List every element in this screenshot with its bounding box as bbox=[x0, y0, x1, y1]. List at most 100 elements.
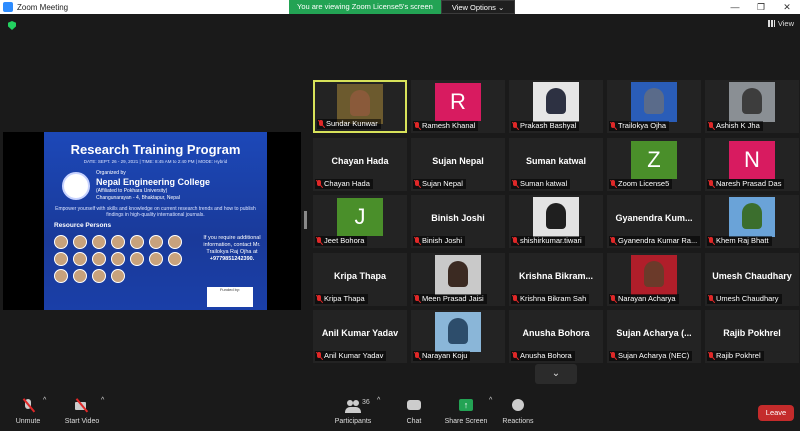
muted-mic-icon bbox=[708, 352, 714, 360]
encryption-shield-icon[interactable] bbox=[8, 21, 16, 30]
participant-tile[interactable]: Kripa Thapa Kripa Thapa bbox=[313, 252, 407, 306]
participant-tile[interactable]: N Naresh Prasad Das bbox=[705, 137, 799, 191]
participant-name-label: Krishna Bikram Sah bbox=[511, 293, 590, 304]
participant-name: Naresh Prasad Das bbox=[716, 178, 782, 188]
muted-mic-icon bbox=[512, 122, 518, 130]
audio-options-caret[interactable]: ^ bbox=[43, 397, 46, 404]
muted-mic-icon bbox=[610, 352, 616, 360]
split-handle[interactable] bbox=[304, 211, 307, 229]
participant-tile[interactable]: Binish Joshi Binish Joshi bbox=[411, 195, 505, 248]
participant-name-label: Ashish K Jha bbox=[707, 121, 763, 131]
share-screen-icon bbox=[457, 397, 475, 415]
minimize-icon[interactable]: — bbox=[722, 2, 748, 12]
muted-mic-icon bbox=[512, 179, 518, 188]
participant-tile[interactable]: Sundar Kunwar bbox=[313, 80, 407, 133]
video-feed bbox=[435, 312, 481, 352]
participant-display-name: Gyanendra Kum... bbox=[615, 213, 693, 223]
participant-name-label: Suman katwal bbox=[511, 178, 571, 189]
participant-tile[interactable]: Krishna Bikram... Krishna Bikram Sah bbox=[509, 252, 603, 306]
participant-name: Narayan Acharya bbox=[618, 293, 676, 303]
participant-tile[interactable]: Rajib Pokhrel Rajib Pokhrel bbox=[705, 310, 799, 363]
participant-name: Khem Raj Bhatt bbox=[716, 236, 769, 245]
participant-name-label: Zoom License5 bbox=[609, 178, 673, 189]
poster-description: Empower yourself with skills and knowled… bbox=[55, 206, 256, 219]
participant-display-name: Anusha Bohora bbox=[522, 328, 590, 338]
participants-caret[interactable]: ^ bbox=[377, 397, 380, 404]
chat-label: Chat bbox=[406, 418, 422, 425]
participant-tile[interactable]: Narayan Acharya bbox=[607, 252, 701, 306]
participant-tile[interactable]: Anil Kumar Yadav Anil Kumar Yadav bbox=[313, 310, 407, 363]
participant-tile[interactable]: Chayan Hada Chayan Hada bbox=[313, 137, 407, 191]
close-icon[interactable]: ✕ bbox=[774, 2, 800, 13]
participant-tile[interactable]: Narayan Koju bbox=[411, 310, 505, 363]
participant-display-name: Rajib Pokhrel bbox=[723, 328, 781, 338]
participant-name: Ramesh Khanal bbox=[422, 121, 476, 130]
participant-tile[interactable]: Prakash Bashyal bbox=[509, 80, 603, 133]
reactions-button[interactable]: Reactions bbox=[501, 397, 535, 425]
share-screen-button[interactable]: Share Screen bbox=[443, 397, 489, 425]
participant-name-label: Kripa Thapa bbox=[315, 293, 368, 304]
avatar: N bbox=[729, 140, 775, 179]
participant-tile[interactable]: Sujan Acharya (... Sujan Acharya (NEC) bbox=[607, 310, 701, 363]
video-options-caret[interactable]: ^ bbox=[101, 397, 104, 404]
participant-display-name: Umesh Chaudhary bbox=[712, 270, 792, 281]
poster-date-line: DATE: SEPT. 26 - 29, 2021 | TIME: 8:45 A… bbox=[83, 159, 228, 164]
participant-name: Sujan Nepal bbox=[422, 178, 463, 188]
poster-contact: If you require additional information, c… bbox=[202, 235, 262, 264]
college-name: Nepal Engineering College bbox=[96, 176, 211, 187]
chat-icon bbox=[405, 397, 423, 415]
participant-tile[interactable]: R Ramesh Khanal bbox=[411, 80, 505, 133]
participant-name-label: Sujan Acharya (NEC) bbox=[609, 351, 693, 361]
participant-name: Jeet Bohora bbox=[324, 236, 365, 245]
participant-tile[interactable]: Anusha Bohora Anusha Bohora bbox=[509, 310, 603, 363]
unmute-button[interactable]: Unmute bbox=[12, 397, 44, 425]
participant-tile[interactable]: Suman katwal Suman katwal bbox=[509, 137, 603, 191]
participant-tile[interactable]: Umesh Chaudhary Umesh Chaudhary bbox=[705, 252, 799, 306]
college-emblem-icon bbox=[62, 171, 90, 200]
participant-display-name: Chayan Hada bbox=[331, 155, 389, 166]
participant-tile[interactable]: Trailokya Ojha bbox=[607, 80, 701, 133]
participant-name: Gyanendra Kumar Ra... bbox=[618, 236, 698, 245]
participant-name-label: Ramesh Khanal bbox=[413, 121, 479, 131]
participant-name-label: Chayan Hada bbox=[315, 178, 373, 189]
participant-tile[interactable]: Sujan Nepal Sujan Nepal bbox=[411, 137, 505, 191]
participant-name: Anusha Bohora bbox=[520, 351, 572, 360]
participant-tile[interactable]: Ashish K Jha bbox=[705, 80, 799, 133]
participant-name-label: Gyanendra Kumar Ra... bbox=[609, 236, 701, 246]
leave-button[interactable]: Leave bbox=[758, 405, 794, 421]
start-video-button[interactable]: Start Video bbox=[62, 397, 102, 425]
participant-name: Sundar Kunwar bbox=[326, 119, 378, 128]
college-address: Changunarayan - 4, Bhaktapur, Nepal bbox=[96, 194, 180, 201]
participant-tile[interactable]: shishirkumar.tiwari bbox=[509, 195, 603, 248]
participant-tile[interactable]: Khem Raj Bhatt bbox=[705, 195, 799, 248]
chat-button[interactable]: Chat bbox=[402, 397, 426, 425]
participant-display-name: Anil Kumar Yadav bbox=[321, 328, 399, 338]
view-options-button[interactable]: View Options ⌄ bbox=[440, 0, 516, 14]
share-options-caret[interactable]: ^ bbox=[489, 397, 492, 404]
participant-tile[interactable]: Z Zoom License5 bbox=[607, 137, 701, 191]
participant-name-label: Anusha Bohora bbox=[511, 351, 575, 361]
participant-tile[interactable]: J Jeet Bohora bbox=[313, 195, 407, 248]
participant-tile[interactable]: Gyanendra Kum... Gyanendra Kumar Ra... bbox=[607, 195, 701, 248]
meeting-area: View Research Training Program DATE: SEP… bbox=[0, 14, 800, 394]
participants-button[interactable]: 36 Participants bbox=[332, 397, 374, 425]
muted-mic-icon bbox=[708, 237, 714, 245]
participant-name: Suman katwal bbox=[520, 178, 568, 188]
view-button[interactable]: View bbox=[767, 19, 794, 28]
participant-name: Anil Kumar Yadav bbox=[324, 351, 384, 360]
next-page-button[interactable]: ⌄ bbox=[535, 364, 577, 384]
muted-mic-icon bbox=[316, 294, 322, 303]
participant-name-label: Narayan Koju bbox=[413, 351, 471, 361]
participant-display-name: Krishna Bikram... bbox=[518, 270, 594, 281]
meeting-toolbar: Unmute ^ Start Video ^ 36 Participants ^… bbox=[0, 394, 800, 431]
video-feed bbox=[337, 84, 383, 124]
participant-tile[interactable]: Meen Prasad Jaisi bbox=[411, 252, 505, 306]
video-off-icon bbox=[73, 397, 91, 415]
funder-logo: Funded by: bbox=[207, 287, 253, 307]
participant-name: Trailokya Ojha bbox=[618, 121, 667, 130]
participant-name: Krishna Bikram Sah bbox=[520, 293, 587, 303]
maximize-icon[interactable]: ❐ bbox=[748, 2, 774, 13]
muted-mic-icon bbox=[316, 179, 322, 188]
muted-mic-icon bbox=[512, 352, 518, 360]
muted-mic-icon bbox=[414, 294, 420, 303]
